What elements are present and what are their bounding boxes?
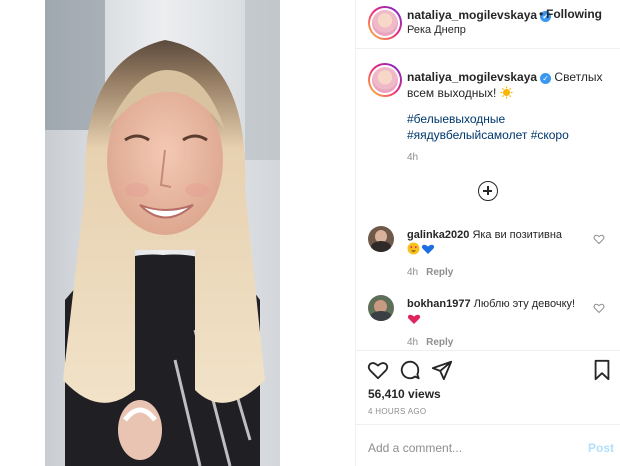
video-frame bbox=[45, 0, 280, 466]
add-comment-input[interactable]: Add a comment... bbox=[368, 441, 462, 455]
comment-icon[interactable] bbox=[399, 359, 421, 381]
caption-time[interactable]: 4h bbox=[407, 152, 418, 163]
comment-meta: 4h Reply bbox=[407, 337, 453, 348]
comment-body: bokhan1977 Люблю эту девочку! bbox=[407, 298, 575, 310]
divider bbox=[356, 350, 620, 351]
commenter-avatar[interactable] bbox=[368, 295, 394, 321]
post-timestamp[interactable]: 4 HOURS AGO bbox=[368, 407, 426, 416]
comment-meta: 4h Reply bbox=[407, 267, 453, 278]
red-heart-emoji-icon bbox=[407, 314, 421, 324]
comment-text: Яка ви позитивна bbox=[472, 229, 563, 241]
comment-emojis bbox=[407, 242, 435, 260]
comment-time[interactable]: 4h bbox=[407, 337, 418, 348]
hashtag-line[interactable]: #яядувбелыйсамолет #скоро bbox=[407, 127, 612, 143]
bookmark-icon[interactable] bbox=[591, 359, 613, 381]
hashtag-line[interactable]: #белыевыходные bbox=[407, 111, 612, 127]
post-details-panel: nataliya_mogilevskaya ✓ • Following Река … bbox=[355, 0, 620, 466]
comment-body: galinka2020 Яка ви позитивна bbox=[407, 229, 562, 241]
post-comment-button[interactable]: Post bbox=[588, 441, 614, 455]
comment-like-heart-icon[interactable] bbox=[593, 302, 605, 314]
comment-username[interactable]: galinka2020 bbox=[407, 229, 469, 241]
header-separator: • bbox=[539, 7, 544, 21]
heart-eyes-emoji-icon bbox=[407, 242, 435, 255]
comment-emojis bbox=[407, 312, 421, 330]
media-area bbox=[0, 0, 355, 466]
heart-icon[interactable] bbox=[367, 359, 389, 381]
comment-like-heart-icon[interactable] bbox=[593, 233, 605, 245]
location-link[interactable]: Река Днепр bbox=[407, 24, 466, 36]
caption-avatar[interactable] bbox=[368, 63, 402, 97]
plus-circle-icon[interactable] bbox=[478, 181, 498, 201]
author-username-header[interactable]: nataliya_mogilevskaya ✓ bbox=[407, 8, 552, 22]
comment-username[interactable]: bokhan1977 bbox=[407, 298, 471, 310]
sun-emoji-icon bbox=[500, 86, 513, 99]
author-avatar[interactable] bbox=[368, 6, 402, 40]
caption-username[interactable]: nataliya_mogilevskaya bbox=[407, 70, 537, 84]
view-count[interactable]: 56,410 views bbox=[368, 387, 441, 401]
reply-button[interactable]: Reply bbox=[426, 337, 453, 348]
comment-text: Люблю эту девочку! bbox=[473, 298, 576, 310]
caption: nataliya_mogilevskaya ✓ Светлых всем выхо… bbox=[407, 69, 607, 101]
comment-time[interactable]: 4h bbox=[407, 267, 418, 278]
post-header: nataliya_mogilevskaya ✓ • Following Река … bbox=[356, 0, 620, 49]
verified-badge-icon: ✓ bbox=[540, 73, 552, 84]
share-icon[interactable] bbox=[431, 359, 453, 381]
reply-button[interactable]: Reply bbox=[426, 267, 453, 278]
author-username-link[interactable]: nataliya_mogilevskaya bbox=[407, 8, 537, 22]
divider bbox=[356, 424, 620, 425]
following-button[interactable]: Following bbox=[546, 7, 602, 21]
caption-hashtags: #белыевыходные #яядувбелыйсамолет #скоро bbox=[407, 111, 612, 143]
commenter-avatar[interactable] bbox=[368, 226, 394, 252]
video-player[interactable] bbox=[45, 0, 280, 466]
